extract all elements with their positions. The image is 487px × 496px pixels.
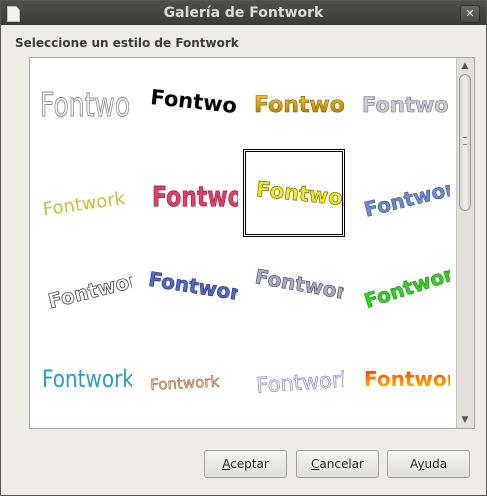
fontwork-sample-11: Fontwork	[253, 264, 344, 307]
svg-text:Fontwork: Fontwork	[255, 177, 344, 213]
accept-button[interactable]: Aceptar	[204, 450, 287, 478]
fontwork-style-13[interactable]: Fontwork	[32, 334, 132, 420]
fontwork-sample-2: Fontwork	[149, 85, 238, 121]
svg-text:Fontwork: Fontwork	[253, 264, 344, 306]
fontwork-style-3[interactable]: Fontwork	[244, 60, 344, 146]
svg-text:Fontwork: Fontwork	[362, 173, 450, 222]
fontwork-gallery-dialog: Galería de Fontwork ✕ Seleccione un esti…	[0, 0, 487, 496]
fontwork-sample-7: Fontwork	[255, 177, 344, 213]
gallery-scrollbar[interactable]: ▲ ▼	[456, 58, 474, 428]
svg-text:Fontwork: Fontwork	[364, 367, 450, 391]
svg-text:Fontwork: Fontwork	[42, 365, 132, 393]
fontwork-style-5[interactable]: Fontwork	[32, 150, 132, 236]
fontwork-style-1[interactable]: Fontwork	[32, 60, 132, 146]
help-label-rest: uda	[424, 457, 448, 471]
svg-text:Fontwork: Fontwork	[150, 372, 220, 394]
fontwork-sample-13: Fontwork	[42, 365, 132, 393]
svg-text:Fontwork: Fontwork	[152, 181, 238, 213]
svg-text:Fontwork: Fontwork	[149, 85, 238, 121]
fontwork-sample-6: Fontwork	[152, 181, 238, 214]
svg-text:Fontwork: Fontwork	[40, 86, 132, 124]
fontwork-sample-3: Fontwork	[254, 93, 344, 119]
fontwork-sample-16: Fontwork	[364, 367, 450, 391]
fontwork-sample-14: Fontwork	[150, 372, 221, 394]
fontwork-style-15[interactable]: Fontwork	[244, 334, 344, 420]
scroll-down-arrow-icon[interactable]: ▼	[458, 413, 472, 427]
svg-text:Fontwork: Fontwork	[254, 93, 344, 118]
accept-mnemonic: A	[222, 457, 231, 471]
svg-text:Fontwork: Fontwork	[256, 367, 344, 398]
fontwork-style-9[interactable]: Fontwork	[32, 242, 132, 328]
grip-icon	[463, 137, 467, 145]
cancel-label-rest: ancelar	[319, 457, 364, 471]
fontwork-style-7-selected[interactable]: Fontwork	[243, 149, 345, 237]
fontwork-gallery[interactable]: Fontwork Fontwork Fontwork Fontwork Font…	[29, 57, 475, 429]
svg-text:Fontwork: Fontwork	[361, 257, 450, 313]
fontwork-style-11[interactable]: Fontwork	[244, 242, 344, 328]
fontwork-style-4[interactable]: Fontwork	[350, 60, 450, 146]
window-title: Galería de Fontwork	[163, 5, 324, 21]
close-button[interactable]: ✕	[460, 5, 480, 23]
title-bar[interactable]: Galería de Fontwork ✕	[1, 1, 486, 25]
fontwork-style-12[interactable]: Fontwork	[350, 242, 450, 328]
help-button[interactable]: Ayuda	[387, 450, 470, 478]
fontwork-sample-1: Fontwork	[40, 85, 132, 124]
fontwork-style-6[interactable]: Fontwork	[138, 150, 238, 236]
fontwork-style-10[interactable]: Fontwork	[138, 242, 238, 328]
accept-label-rest: ceptar	[230, 457, 269, 471]
svg-text:Fontwork: Fontwork	[147, 267, 238, 307]
fontwork-sample-9: Fontwork	[45, 264, 132, 314]
fontwork-sample-15: Fontwork	[255, 366, 344, 398]
fontwork-sample-5: Fontwork	[42, 188, 127, 220]
cancel-button[interactable]: Cancelar	[296, 450, 379, 478]
fontwork-style-14[interactable]: Fontwork	[138, 334, 238, 420]
svg-text:Fontwork: Fontwork	[42, 188, 127, 220]
fontwork-style-16[interactable]: Fontwork	[350, 334, 450, 420]
scroll-up-arrow-icon[interactable]: ▲	[458, 59, 472, 73]
fontwork-sample-10: Fontwork	[147, 267, 238, 308]
scroll-thumb[interactable]	[459, 74, 471, 211]
fontwork-sample-8: Fontwork	[361, 172, 450, 222]
fontwork-style-8[interactable]: Fontwork	[350, 150, 450, 236]
svg-text:Fontwork: Fontwork	[46, 264, 132, 313]
fontwork-sample-4: Fontwork	[362, 93, 450, 118]
fontwork-style-2[interactable]: Fontwork	[138, 60, 238, 146]
fontwork-sample-12: Fontwork	[361, 257, 450, 313]
svg-text:Fontwork: Fontwork	[362, 93, 450, 117]
prompt-label: Seleccione un estilo de Fontwork	[15, 36, 239, 50]
